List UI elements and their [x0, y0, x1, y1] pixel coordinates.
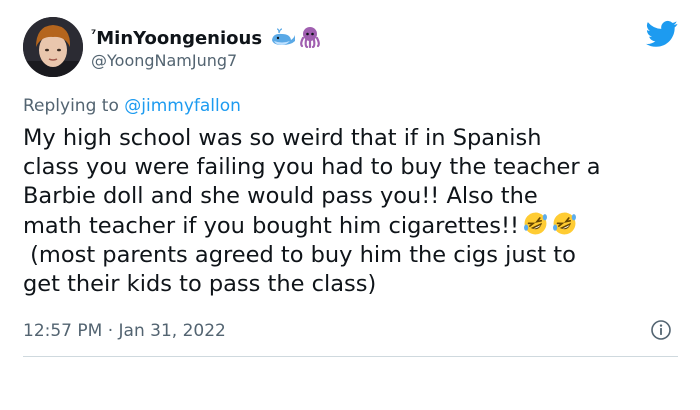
avatar-photo: [23, 17, 83, 77]
tweet-text: My high school was so weird that if in S…: [23, 124, 683, 299]
tweet-line-with-emoji: math teacher if you bought him cigarette…: [23, 211, 683, 241]
handle[interactable]: @YoongNamJung7: [91, 50, 237, 72]
rolling-on-floor-laughing-emoji-icon: [552, 211, 577, 236]
tweet-line: My high school was so weird that if in S…: [23, 125, 542, 151]
avatar[interactable]: [23, 17, 83, 77]
tweet-line: math teacher if you bought him cigarette…: [23, 213, 520, 239]
reply-prefix: Replying to: [23, 96, 119, 116]
octopus-emoji-icon: [298, 26, 322, 55]
tweet-line: Barbie doll and she would pass you!! Als…: [23, 183, 538, 209]
reply-context: Replying to @jimmyfallon: [23, 95, 241, 117]
tweet-line: get their kids to pass the class): [23, 271, 377, 297]
divider: [23, 356, 678, 357]
meta-separator: ·: [102, 321, 119, 341]
rolling-on-floor-laughing-emoji-icon: [523, 211, 548, 236]
tweet-line: (most parents agreed to buy him the cigs…: [23, 242, 576, 268]
whale-emoji-icon: [270, 28, 296, 55]
display-name-text: MinYoongenious: [96, 28, 263, 49]
tweet-time: 12:57 PM: [23, 321, 103, 341]
info-icon[interactable]: [650, 319, 672, 341]
twitter-bird-icon[interactable]: [646, 20, 678, 48]
tweet-line: class you were failing you had to buy th…: [23, 154, 601, 180]
reply-mention-link[interactable]: @jimmyfallon: [124, 96, 241, 116]
tweet-timestamp[interactable]: 12:57 PM · Jan 31, 2022: [23, 320, 226, 342]
tweet-date: Jan 31, 2022: [118, 321, 226, 341]
